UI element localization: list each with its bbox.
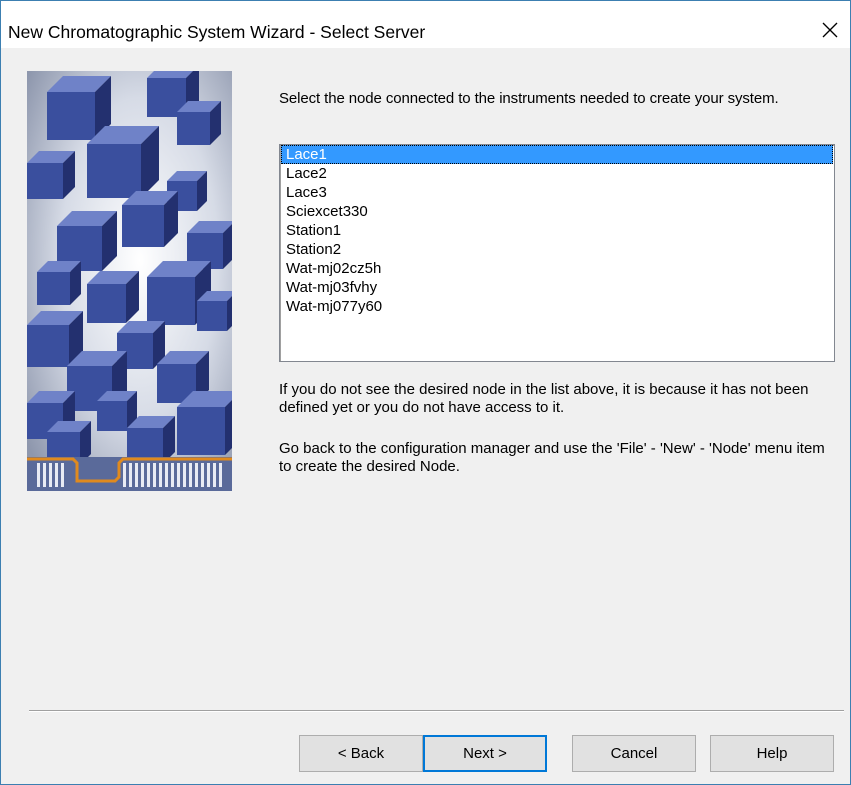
next-button[interactable]: Next > — [423, 735, 547, 772]
node-list-item[interactable]: Sciexcet330 — [281, 202, 833, 221]
close-button[interactable] — [810, 15, 850, 45]
title-bar[interactable]: New Chromatographic System Wizard - Sele… — [1, 1, 850, 48]
cubes-banner-image — [27, 71, 232, 491]
node-list-item[interactable]: Lace3 — [281, 183, 833, 202]
window-title: New Chromatographic System Wizard - Sele… — [8, 22, 426, 42]
node-list-item[interactable]: Station2 — [281, 240, 833, 259]
button-separator — [29, 710, 844, 712]
node-list-item[interactable]: Wat-mj03fvhy — [281, 278, 833, 297]
wizard-banner — [27, 71, 232, 491]
configuration-manager-hint: Go back to the configuration manager and… — [279, 440, 825, 475]
node-list-item[interactable]: Lace1 — [281, 145, 833, 164]
node-list-item[interactable]: Wat-mj077y60 — [281, 297, 833, 316]
back-button[interactable]: < Back — [299, 735, 423, 772]
node-list-item[interactable]: Lace2 — [281, 164, 833, 183]
node-list-item[interactable]: Wat-mj02cz5h — [281, 259, 833, 278]
help-button[interactable]: Help — [710, 735, 834, 772]
instruction-text: Select the node connected to the instrum… — [279, 90, 779, 107]
missing-node-info: If you do not see the desired node in th… — [279, 381, 809, 416]
wizard-window: New Chromatographic System Wizard - Sele… — [0, 0, 851, 785]
close-icon — [822, 22, 838, 38]
node-listbox[interactable]: Lace1 Lace2 Lace3 Sciexcet330 Station1 Statio… — [279, 144, 835, 362]
cancel-button[interactable]: Cancel — [572, 735, 696, 772]
node-list-item[interactable]: Station1 — [281, 221, 833, 240]
